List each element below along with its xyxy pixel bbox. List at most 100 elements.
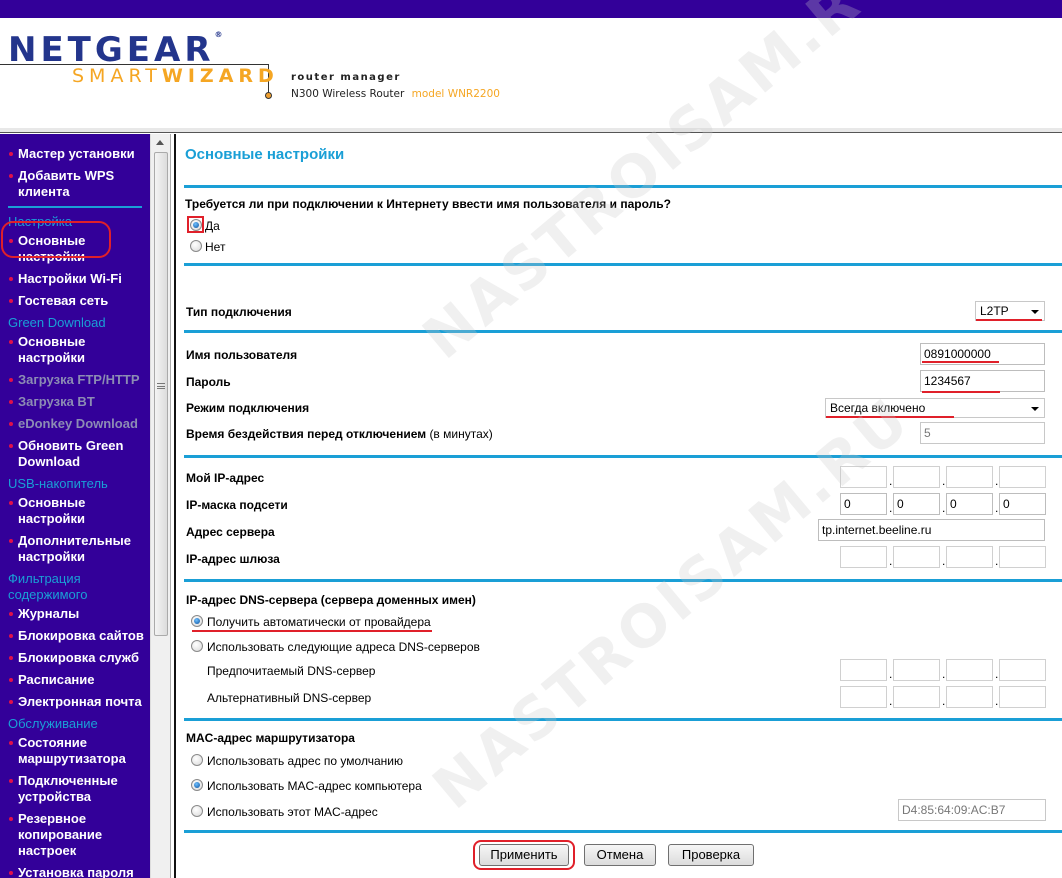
ip-octet-input[interactable]: 0: [893, 493, 940, 515]
dns-manual-radio[interactable]: [191, 640, 203, 652]
dns-auto-radio[interactable]: [191, 615, 203, 627]
sidebar-item[interactable]: Состояние маршрутизатора: [0, 735, 150, 767]
sidebar-item-label: Блокировка сайтов: [18, 628, 144, 643]
mac-computer-radio[interactable]: [191, 779, 203, 791]
header: NETGEAR® SMARTWIZARD router manager N300…: [0, 18, 1062, 132]
connection-mode-value: Всегда включено: [830, 401, 926, 415]
bullet-icon: [9, 612, 13, 616]
ip-octet-input[interactable]: [946, 466, 993, 488]
sidebar-item[interactable]: Добавить WPS клиента: [0, 168, 150, 200]
ip-octet-input[interactable]: 0: [840, 493, 887, 515]
login-question: Требуется ли при подключении к Интернету…: [185, 197, 671, 211]
sidebar-item[interactable]: Резервное копирование настроек: [0, 811, 150, 859]
sidebar-item-label: Установка пароля: [18, 865, 134, 878]
mac-computer-label: Использовать MAC-адрес компьютера: [207, 779, 422, 793]
cancel-button[interactable]: Отмена: [584, 844, 656, 866]
ip-octet-input[interactable]: [893, 546, 940, 568]
sidebar-item[interactable]: Загрузка BT: [0, 394, 150, 410]
sidebar-item[interactable]: Электронная почта: [0, 694, 150, 710]
ip-octet-input[interactable]: [840, 659, 887, 681]
annotation-oval-sidebar: [1, 221, 111, 258]
sidebar-item[interactable]: Подключенные устройства: [0, 773, 150, 805]
header-separator: [0, 128, 1062, 133]
mac-custom-label: Использовать этот MAC-адрес: [207, 805, 378, 819]
sidebar-item-label: Электронная почта: [18, 694, 142, 709]
ip-octet-input[interactable]: [893, 466, 940, 488]
ip-octet-input[interactable]: [840, 686, 887, 708]
bullet-icon: [9, 340, 13, 344]
sidebar-item-label: Загрузка BT: [18, 394, 95, 409]
bullet-icon: [9, 871, 13, 875]
sidebar-item[interactable]: Загрузка FTP/HTTP: [0, 372, 150, 388]
ip-octet-input[interactable]: [999, 466, 1046, 488]
bullet-icon: [9, 152, 13, 156]
ip-octet-input[interactable]: [893, 686, 940, 708]
sidebar-scrollbar[interactable]: [150, 134, 170, 878]
logo-dot-icon: [265, 92, 272, 99]
bullet-icon: [9, 678, 13, 682]
ip-separator: .: [889, 667, 893, 681]
sidebar-item[interactable]: Установка пароля: [0, 865, 150, 878]
ip-octet-input[interactable]: [946, 686, 993, 708]
sidebar-item[interactable]: Основные настройки: [0, 334, 150, 366]
sidebar-item[interactable]: Блокировка сайтов: [0, 628, 150, 644]
ip-octet-input[interactable]: [999, 686, 1046, 708]
wizard-text: WIZARD: [161, 65, 279, 87]
dns-label: IP-адрес DNS-сервера (сервера доменных и…: [186, 593, 476, 607]
sidebar-item-label: eDonkey Download: [18, 416, 138, 431]
connection-type-select[interactable]: L2TP: [975, 301, 1045, 321]
ip-separator: .: [889, 694, 893, 708]
sidebar-item[interactable]: Блокировка служб: [0, 650, 150, 666]
mac-default-radio[interactable]: [191, 754, 203, 766]
password-input[interactable]: 1234567: [920, 370, 1045, 392]
sidebar-section-header: USB-накопитель: [8, 476, 108, 491]
sidebar-section-header: Green Download: [8, 315, 106, 330]
ip-octet-input[interactable]: [999, 546, 1046, 568]
dns-primary-label: Предпочитаемый DNS-сервер: [207, 664, 376, 678]
ip-octet-input[interactable]: [946, 659, 993, 681]
sidebar-item[interactable]: Обновить Green Download: [0, 438, 150, 470]
chevron-down-icon: [1031, 310, 1039, 314]
apply-button[interactable]: Применить: [479, 844, 569, 866]
bullet-icon: [9, 422, 13, 426]
ip-octet-input[interactable]: 0: [946, 493, 993, 515]
sidebar-item[interactable]: eDonkey Download: [0, 416, 150, 432]
sidebar-item[interactable]: Мастер установки: [0, 146, 150, 162]
sidebar-section-header: Обслуживание: [8, 716, 98, 731]
bullet-icon: [9, 779, 13, 783]
ip-octet-input[interactable]: [840, 546, 887, 568]
sidebar-item-label: Основные настройки: [18, 334, 86, 365]
ip-octet-input[interactable]: [893, 659, 940, 681]
annotation-underline: [192, 630, 432, 632]
sidebar-item[interactable]: Гостевая сеть: [0, 293, 150, 309]
page-title: Основные настройки: [185, 146, 345, 163]
ip-octet-input[interactable]: 0: [999, 493, 1046, 515]
ip-octet-input[interactable]: [999, 659, 1046, 681]
scrollbar-thumb[interactable]: [154, 152, 168, 636]
server-address-input[interactable]: tp.internet.beeline.ru: [818, 519, 1045, 541]
sidebar-item[interactable]: Расписание: [0, 672, 150, 688]
divider: [184, 330, 1062, 333]
sidebar-item[interactable]: Журналы: [0, 606, 150, 622]
bullet-icon: [9, 277, 13, 281]
divider: [184, 263, 1062, 266]
scroll-up-arrow-icon[interactable]: [156, 140, 164, 145]
idle-timeout-input[interactable]: 5: [920, 422, 1045, 444]
sidebar-item[interactable]: Дополнительные настройки: [0, 533, 150, 565]
ip-separator: .: [942, 474, 946, 488]
login-no-radio[interactable]: [190, 240, 202, 252]
ip-octet-input[interactable]: [946, 546, 993, 568]
ip-separator: .: [995, 694, 999, 708]
sidebar-item[interactable]: Основные настройки: [0, 495, 150, 527]
main-content: Основные настройки Требуется ли при подк…: [178, 134, 1062, 878]
dns-auto-label: Получить автоматически от провайдера: [207, 615, 431, 629]
mac-custom-radio[interactable]: [191, 805, 203, 817]
mac-address-input[interactable]: D4:85:64:09:AC:B7: [898, 799, 1046, 821]
top-bar: [0, 0, 1062, 18]
sidebar-item[interactable]: Настройки Wi-Fi: [0, 271, 150, 287]
test-button[interactable]: Проверка: [668, 844, 754, 866]
connection-mode-select[interactable]: Всегда включено: [825, 398, 1045, 418]
sidebar-section-header: Фильтрация содержимого: [8, 571, 88, 602]
ip-octet-input[interactable]: [840, 466, 887, 488]
router-model-label: N300 Wireless Router model WNR2200: [291, 88, 500, 100]
